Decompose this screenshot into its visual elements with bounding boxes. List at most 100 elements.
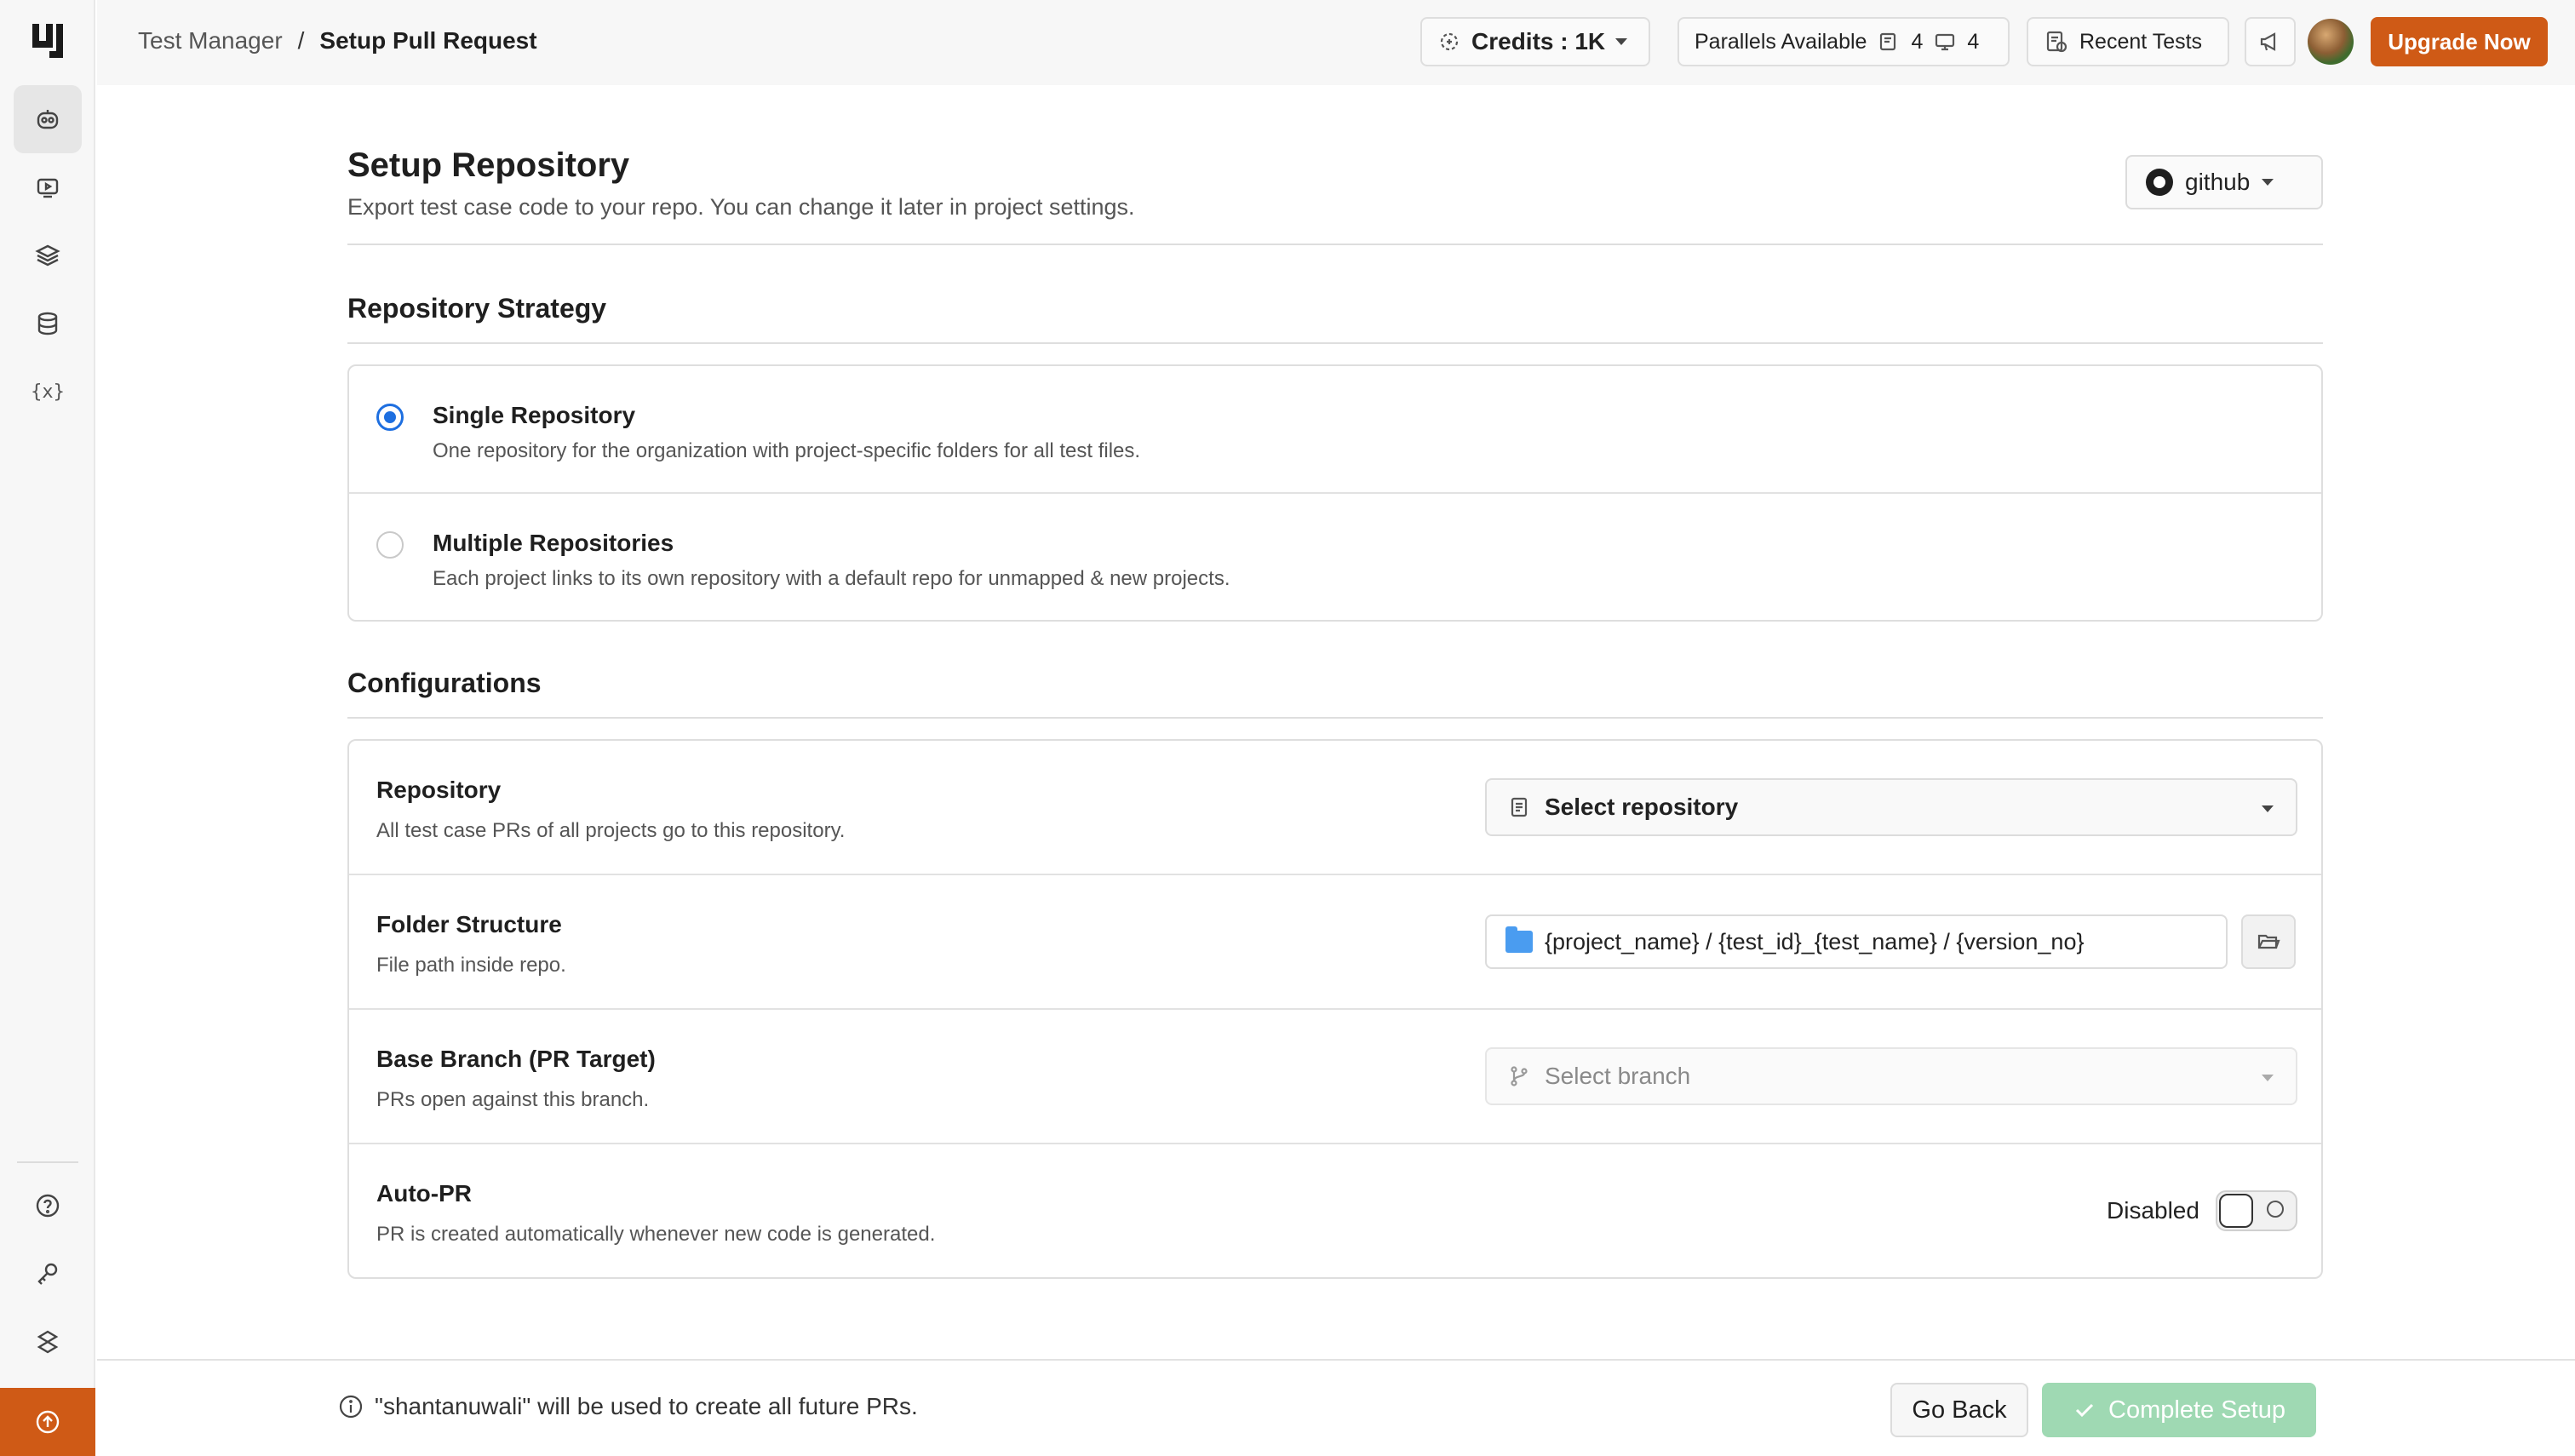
sidebar-item-upload[interactable] — [0, 1388, 95, 1456]
toggle-off-icon — [2267, 1201, 2284, 1218]
sidebar-item-database[interactable] — [14, 289, 82, 358]
breadcrumb-current: Setup Pull Request — [319, 27, 537, 54]
config-description: All test case PRs of all projects go to … — [376, 819, 846, 842]
config-title: Auto-PR — [376, 1180, 472, 1207]
folder-open-icon — [2257, 934, 2280, 949]
configurations-card: Repository All test case PRs of all proj… — [347, 739, 2323, 1279]
sidebar-item-variables[interactable]: {x} — [14, 358, 82, 426]
config-description: PR is created automatically whenever new… — [376, 1223, 936, 1246]
sidebar: {x} — [0, 0, 95, 1456]
divider — [347, 244, 2323, 245]
chevron-down-icon — [2262, 179, 2274, 186]
avatar[interactable] — [2308, 19, 2354, 65]
announcements-button[interactable] — [2245, 17, 2296, 66]
provider-label: github — [2185, 169, 2251, 195]
config-row-autopr: Auto-PR PR is created automatically when… — [349, 1144, 2321, 1277]
sidebar-item-recordings[interactable] — [14, 153, 82, 221]
repository-select-placeholder: Select repository — [1545, 794, 1739, 820]
database-icon — [37, 312, 58, 335]
chevron-down-icon — [2262, 1075, 2274, 1081]
repository-select[interactable]: Select repository — [1485, 778, 2297, 836]
chevron-down-icon — [2262, 805, 2274, 812]
provider-dropdown[interactable]: github — [2125, 155, 2323, 209]
info-icon — [339, 1395, 363, 1419]
branch-select-placeholder: Select branch — [1545, 1063, 1691, 1089]
divider — [347, 717, 2323, 719]
sidebar-item-integrations[interactable] — [14, 1308, 82, 1376]
section-title-strategy: Repository Strategy — [347, 293, 607, 324]
footer-note: "shantanuwali" will be used to create al… — [337, 1393, 918, 1420]
variables-icon: {x} — [31, 381, 65, 403]
github-icon — [2146, 169, 2173, 196]
top-bar: Test Manager / Setup Pull Request Credit… — [97, 0, 2575, 85]
divider — [347, 342, 2323, 344]
credits-icon — [1440, 32, 1459, 51]
config-row-folder: Folder Structure File path inside repo. … — [349, 875, 2321, 1008]
robot-icon — [37, 110, 59, 129]
credits-dropdown[interactable]: Credits : 1K — [1420, 17, 1650, 66]
sidebar-item-help[interactable] — [14, 1172, 82, 1240]
strategy-option-multiple[interactable]: Multiple Repositories Each project links… — [349, 494, 2321, 622]
config-title: Base Branch (PR Target) — [376, 1046, 656, 1072]
config-description: File path inside repo. — [376, 954, 566, 977]
folder-icon — [1505, 926, 1533, 953]
config-row-repository: Repository All test case PRs of all proj… — [349, 741, 2321, 874]
page-subtitle: Export test case code to your repo. You … — [347, 194, 1135, 220]
autopr-status-label: Disabled — [2107, 1197, 2199, 1224]
help-icon — [36, 1194, 60, 1218]
breadcrumb-separator: / — [297, 27, 305, 54]
megaphone-icon — [2260, 32, 2276, 51]
layers-icon — [35, 244, 60, 267]
complete-setup-button[interactable]: Complete Setup — [2042, 1383, 2316, 1437]
footer-bar: "shantanuwali" will be used to create al… — [97, 1359, 2575, 1456]
folder-structure-value: {project_name} / {test_id}_{test_name} /… — [1545, 928, 2085, 954]
web-parallel-icon — [1880, 32, 1896, 51]
breadcrumb: Test Manager / Setup Pull Request — [138, 27, 537, 54]
radio-multiple-repositories[interactable] — [376, 531, 404, 559]
autopr-toggle[interactable] — [2216, 1190, 2297, 1231]
recent-tests-button[interactable]: Recent Tests — [2027, 17, 2229, 66]
radio-single-repository[interactable] — [376, 404, 404, 431]
breadcrumb-parent[interactable]: Test Manager — [138, 27, 283, 54]
go-back-button[interactable]: Go Back — [1890, 1383, 2028, 1437]
sidebar-item-test-manager[interactable] — [14, 85, 82, 153]
toggle-knob — [2219, 1194, 2253, 1228]
strategy-card: Single Repository One repository for the… — [347, 364, 2323, 622]
recent-tests-icon — [2046, 31, 2067, 53]
browse-folder-button[interactable] — [2241, 914, 2296, 969]
credits-label: Credits : 1K — [1471, 28, 1606, 54]
config-title: Folder Structure — [376, 911, 562, 937]
check-icon — [2075, 1403, 2094, 1418]
option-description: One repository for the organization with… — [433, 439, 1141, 462]
option-description: Each project links to its own repository… — [433, 567, 1230, 590]
strategy-option-single[interactable]: Single Repository One repository for the… — [349, 366, 2321, 492]
parallels-label: Parallels Available — [1695, 29, 1867, 54]
repo-icon — [1511, 797, 1528, 817]
option-title: Multiple Repositories — [433, 530, 674, 556]
page-title: Setup Repository — [347, 146, 630, 184]
mobile-parallel-icon — [1936, 33, 1955, 51]
footer-note-text: "shantanuwali" will be used to create al… — [375, 1393, 918, 1419]
section-title-configurations: Configurations — [347, 668, 542, 698]
complete-setup-label: Complete Setup — [2108, 1396, 2285, 1424]
config-description: PRs open against this branch. — [376, 1088, 650, 1111]
recent-tests-label: Recent Tests — [2079, 29, 2203, 54]
logo-icon[interactable] — [31, 22, 65, 60]
folder-structure-input[interactable]: {project_name} / {test_id}_{test_name} /… — [1485, 914, 2228, 969]
arrow-up-circle-icon — [36, 1410, 60, 1434]
branch-icon — [1511, 1066, 1528, 1086]
sidebar-item-keys[interactable] — [14, 1240, 82, 1308]
parallels-indicator[interactable]: Parallels Available 4 4 — [1677, 17, 2010, 66]
key-icon — [37, 1263, 58, 1285]
config-title: Repository — [376, 777, 502, 803]
upgrade-now-button[interactable]: Upgrade Now — [2371, 17, 2548, 66]
parallel-web-count: 4 — [1911, 29, 1924, 54]
option-title: Single Repository — [433, 402, 636, 428]
chevron-down-icon — [1615, 38, 1628, 45]
branch-select[interactable]: Select branch — [1485, 1047, 2297, 1105]
integration-icon — [37, 1330, 59, 1354]
video-icon — [37, 178, 59, 198]
sidebar-divider — [17, 1161, 78, 1163]
sidebar-item-layers[interactable] — [14, 221, 82, 289]
config-row-branch: Base Branch (PR Target) PRs open against… — [349, 1010, 2321, 1143]
